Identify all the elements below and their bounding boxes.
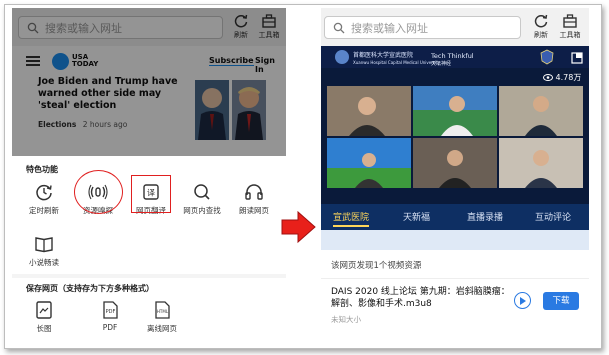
headphones-icon xyxy=(245,184,263,200)
feature-find-in-page[interactable]: 网页内查找 xyxy=(178,182,226,216)
left-phone-screen: 搜索或输入网址 刷新 工具箱 USA TODAY Subscribe Sign … xyxy=(12,8,286,348)
view-count: 4.78万 xyxy=(543,72,581,83)
participant-tile xyxy=(413,86,497,136)
feature-timed-refresh[interactable]: 定时刷新 xyxy=(20,182,68,216)
video-conference-grid xyxy=(327,86,583,208)
hospital-name-en: Xuanwu Hospital Capital Medical Universi… xyxy=(353,60,441,65)
emblem-icon xyxy=(540,49,554,65)
tab-tianxinfu[interactable]: 天新福 xyxy=(403,210,430,223)
share-icon[interactable] xyxy=(571,52,583,64)
address-bar[interactable]: 搜索或输入网址 xyxy=(324,16,521,39)
video-tabs: 宣武医院 天新福 直播录播 互动评论 xyxy=(321,204,589,230)
save-title: 保存网页（支持存为下方多种格式） xyxy=(26,284,154,293)
browser-toolbar: 搜索或输入网址 刷新 工具箱 xyxy=(321,8,589,46)
resource-file-size: 未知大小 xyxy=(331,315,361,324)
hospital-logo xyxy=(335,50,349,64)
feature-read-aloud[interactable]: 朗读网页 xyxy=(230,182,278,216)
participant-tile xyxy=(499,86,583,136)
toolbox-button[interactable]: 工具箱 xyxy=(555,13,585,43)
feature-label: 定时刷新 xyxy=(29,206,59,215)
participant-tile xyxy=(327,86,411,136)
svg-text:PDF: PDF xyxy=(106,309,116,315)
save-format-label: 长图 xyxy=(36,324,52,333)
save-offline-page[interactable]: HTML 离线网页 xyxy=(138,300,186,334)
svg-text:HTML: HTML xyxy=(157,309,169,314)
features-title: 特色功能 xyxy=(26,165,58,174)
book-icon xyxy=(35,237,53,253)
eye-icon xyxy=(543,74,553,81)
participant-tile xyxy=(499,138,583,188)
tab-xuanwu[interactable]: 宣武医院 xyxy=(333,210,369,223)
download-button[interactable]: 下载 xyxy=(543,292,579,310)
content-strip xyxy=(321,230,589,250)
html-icon: HTML xyxy=(155,301,170,319)
save-pdf[interactable]: PDF PDF xyxy=(86,300,134,332)
address-placeholder: 搜索或输入网址 xyxy=(351,21,428,35)
right-phone-screen: 搜索或输入网址 刷新 工具箱 首都医科大学宣武医院 Xuanwu Hospita… xyxy=(321,8,589,348)
tab-comments[interactable]: 互动评论 xyxy=(535,210,571,223)
save-format-label: PDF xyxy=(102,323,118,332)
partner-name: Tech Thinkful 天坛神经 xyxy=(431,52,474,67)
resource-panel: 该网页发现1个视频资源 DAIS 2020 线上论坛 第九期：岩斜脑膜瘤：解剖、… xyxy=(321,250,589,348)
video-player[interactable]: 首都医科大学宣武医院 Xuanwu Hospital Capital Medic… xyxy=(321,46,589,211)
active-tab-indicator xyxy=(333,225,369,227)
feature-label: 小说畅读 xyxy=(29,258,59,267)
partner-name-cn: 天坛神经 xyxy=(431,61,452,67)
highlight-circle xyxy=(74,170,123,214)
panel-divider xyxy=(321,278,589,279)
hospital-name: 首都医科大学宣武医院 Xuanwu Hospital Capital Medic… xyxy=(353,52,440,66)
dim-overlay[interactable] xyxy=(12,8,286,156)
play-icon[interactable] xyxy=(514,292,531,309)
feature-novel-reader[interactable]: 小说畅读 xyxy=(20,234,68,268)
feature-label: 网页内查找 xyxy=(183,206,221,215)
refresh-label: 刷新 xyxy=(534,31,548,39)
hospital-name-cn: 首都医科大学宣武医院 xyxy=(353,52,414,59)
participant-tile xyxy=(327,138,411,188)
view-count-value: 4.78万 xyxy=(555,73,582,82)
resource-file-name: DAIS 2020 线上论坛 第九期：岩斜脑膜瘤：解剖、影像和手术.m3u8 xyxy=(331,287,510,309)
transition-arrow-icon xyxy=(281,210,316,244)
find-icon xyxy=(194,184,210,200)
partner-name-en: Tech Thinkful xyxy=(431,52,474,60)
save-long-image[interactable]: 长图 xyxy=(20,300,68,334)
long-image-icon xyxy=(36,301,52,319)
toolbox-icon xyxy=(563,14,577,28)
clock-icon xyxy=(36,184,52,201)
refresh-icon xyxy=(534,14,548,28)
video-header: 首都医科大学宣武医院 Xuanwu Hospital Capital Medic… xyxy=(321,46,589,68)
participant-tile xyxy=(413,138,497,188)
pdf-icon: PDF xyxy=(103,301,118,319)
highlight-box xyxy=(131,175,171,213)
refresh-button[interactable]: 刷新 xyxy=(526,13,556,43)
save-format-label: 离线网页 xyxy=(147,324,177,333)
tab-live-replay[interactable]: 直播录播 xyxy=(467,210,503,223)
feature-label: 朗读网页 xyxy=(239,206,269,215)
resource-found-text: 该网页发现1个视频资源 xyxy=(331,261,422,271)
section-divider xyxy=(12,274,286,278)
search-icon xyxy=(333,22,345,33)
bottom-sheet: 特色功能 定时刷新 资源嗅探 译 网页翻译 网页内查找 朗读网页 小说畅读 保存 xyxy=(12,156,286,348)
toolbox-label: 工具箱 xyxy=(559,31,581,39)
